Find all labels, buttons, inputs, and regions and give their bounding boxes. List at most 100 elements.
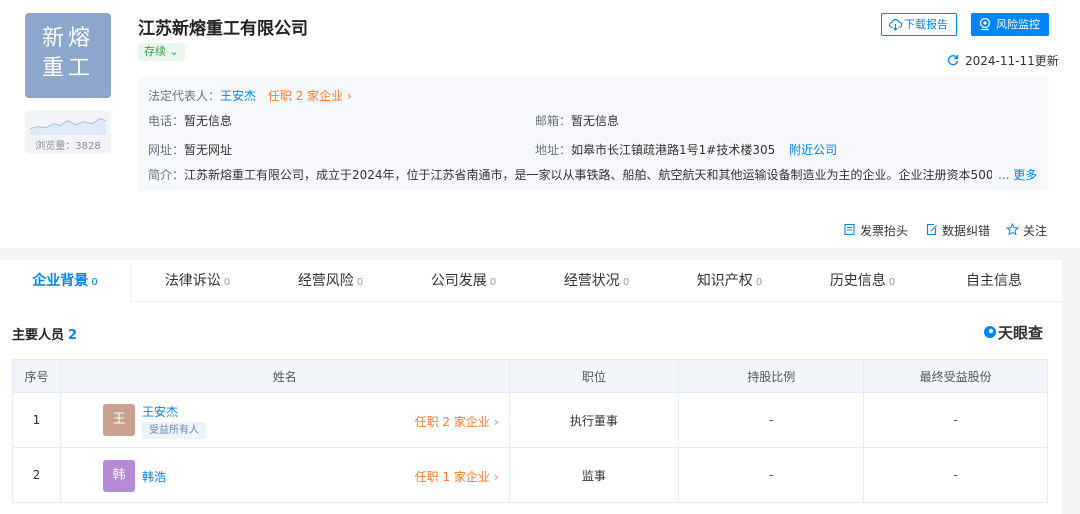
column-header: 姓名 <box>59 359 510 393</box>
phone-row: 电话：暂无信息 <box>148 112 232 129</box>
email-value: 暂无信息 <box>571 114 620 128</box>
column-header: 职位 <box>508 359 680 393</box>
tianyancha-logo-icon <box>984 326 996 338</box>
tab-company-development[interactable]: 公司发展 0 <box>397 260 530 302</box>
logo-text-line1: 新熔 <box>41 26 94 51</box>
name-cell: 韩 韩浩 任职 1 家企业 › <box>59 447 510 503</box>
company-header: 新熔 重工 浏览量：3828 江苏新熔重工有限公司 存续 ⌄ 下载报告 风险监控… <box>0 0 1080 248</box>
company-logo: 新熔 重工 <box>25 13 111 98</box>
follow-label: 关注 <box>1023 224 1048 238</box>
update-time[interactable]: 2024-11-11更新 <box>947 52 1059 69</box>
tab-count: 0 <box>622 277 630 288</box>
person-name-link[interactable]: 韩浩 <box>142 468 166 485</box>
tab-enterprise-background[interactable]: 企业背景 0 <box>0 260 131 302</box>
follow-action[interactable]: 关注 <box>1006 222 1047 239</box>
position-cell: 监事 <box>508 447 680 503</box>
edit-document-icon <box>926 223 937 236</box>
intro-value: 江苏新熔重工有限公司，成立于2024年，位于江苏省南通市，是一家以从事铁路、船舶… <box>184 168 993 182</box>
intro-more-link[interactable]: ... 更多 <box>998 166 1037 183</box>
trend-sparkline-icon <box>30 118 106 135</box>
positions-held-link[interactable]: 任职 2 家企业 › <box>415 413 499 430</box>
tab-label: 经营风险 <box>297 273 354 289</box>
views-count: 浏览量：3828 <box>35 141 101 152</box>
invoice-icon <box>844 223 855 236</box>
website-label: 网址： <box>148 143 185 157</box>
column-header: 最终受益股份 <box>863 359 1048 393</box>
address-row: 地址：如皋市长江镇疏港路1号1#技术楼305 附近公司 <box>535 141 837 158</box>
share-ratio-cell: - <box>678 447 865 503</box>
update-text: 2024-11-11更新 <box>965 54 1059 68</box>
invoice-title-label: 发票抬头 <box>860 224 909 238</box>
phone-value: 暂无信息 <box>184 114 233 128</box>
tab-count: 0 <box>489 277 497 288</box>
nearby-companies-link[interactable]: 附近公司 <box>789 143 837 157</box>
column-header: 序号 <box>12 359 61 393</box>
person-name-link[interactable]: 王安杰 <box>142 403 178 420</box>
star-icon <box>1006 223 1019 236</box>
download-report-button[interactable]: 下载报告 <box>881 13 957 36</box>
section-count: 2 <box>68 328 78 343</box>
download-report-label: 下载报告 <box>904 18 948 31</box>
website-row: 网址：暂无网址 <box>148 141 232 158</box>
logo-text-line2: 重工 <box>41 56 94 81</box>
address-value: 如皋市长江镇疏港路1号1#技术楼305 <box>571 143 776 157</box>
tab-history[interactable]: 历史信息 0 <box>796 260 929 302</box>
table-row: 2 韩 韩浩 任职 1 家企业 › 监事 - - <box>12 447 1048 503</box>
tab-count: 0 <box>223 277 231 288</box>
tab-label: 法律诉讼 <box>164 273 221 289</box>
avatar[interactable]: 韩 <box>102 460 135 492</box>
avatar[interactable]: 王 <box>102 404 135 436</box>
tianyancha-brand: 天眼查 <box>983 322 1043 343</box>
legal-rep-label: 法定代表人： <box>148 89 221 103</box>
risk-monitor-label: 风险监控 <box>996 18 1040 31</box>
views-card: 浏览量：3828 <box>25 110 111 154</box>
positions-held-link[interactable]: 任职 1 家企业 › <box>415 468 499 485</box>
section-title: 主要人员 2 <box>12 324 77 343</box>
tab-self-info[interactable]: 自主信息 <box>929 260 1062 302</box>
cloud-download-icon <box>889 19 902 31</box>
tab-label: 自主信息 <box>966 273 1022 289</box>
tab-intellectual-property[interactable]: 知识产权 0 <box>663 260 796 302</box>
intro-row: 简介：江苏新熔重工有限公司，成立于2024年，位于江苏省南通市，是一家以从事铁路… <box>148 166 1038 183</box>
share-ratio-cell: - <box>678 392 865 448</box>
status-badge[interactable]: 存续 ⌄ <box>138 43 185 61</box>
tab-label: 历史信息 <box>829 273 886 289</box>
monitor-pin-icon <box>979 17 991 31</box>
legal-rep-row: 法定代表人：王安杰 任职 2 家企业 › <box>148 87 352 104</box>
tab-count: 0 <box>91 277 98 288</box>
beneficial-share-cell: - <box>863 447 1048 503</box>
position-cell: 执行董事 <box>508 392 680 448</box>
tab-label: 公司发展 <box>430 273 487 289</box>
company-info-panel: 法定代表人：王安杰 任职 2 家企业 › 电话：暂无信息 邮箱：暂无信息 网址：… <box>138 77 1048 191</box>
row-index: 1 <box>12 392 61 448</box>
beneficiary-tag: 受益所有人 <box>141 422 206 439</box>
tab-count: 0 <box>755 277 763 288</box>
name-cell: 王 王安杰 受益所有人 任职 2 家企业 › <box>59 392 510 448</box>
section-tabs: 企业背景 0 法律诉讼 0 经营风险 0 公司发展 0 经营状况 0 知识产权 0 历史信息… <box>0 260 1062 302</box>
personnel-table: 序号 姓名 职位 持股比例 最终受益股份 1 王 王安杰 受益所有人 任职 2 … <box>12 359 1048 503</box>
tab-business-risk[interactable]: 经营风险 0 <box>264 260 397 302</box>
data-correction-label: 数据纠错 <box>942 224 991 238</box>
company-name: 江苏新熔重工有限公司 <box>138 19 308 39</box>
legal-rep-positions-link[interactable]: 任职 2 家企业 › <box>268 89 352 103</box>
tab-legal-litigation[interactable]: 法律诉讼 0 <box>131 260 264 302</box>
invoice-title-action[interactable]: 发票抬头 <box>843 222 908 239</box>
row-index: 2 <box>12 447 61 503</box>
data-correction-action[interactable]: 数据纠错 <box>925 222 990 239</box>
tab-count: 0 <box>888 277 896 288</box>
address-label: 地址： <box>535 143 572 157</box>
table-row: 1 王 王安杰 受益所有人 任职 2 家企业 › 执行董事 - - <box>12 392 1048 448</box>
key-personnel-panel: 主要人员2 天眼查 序号 姓名 职位 持股比例 最终受益股份 1 王 王安杰 <box>0 302 1062 514</box>
tab-label: 知识产权 <box>696 273 753 289</box>
tab-label: 经营状况 <box>563 273 620 289</box>
tab-business-status[interactable]: 经营状况 0 <box>530 260 663 302</box>
column-header: 持股比例 <box>678 359 865 393</box>
legal-rep-link[interactable]: 王安杰 <box>220 89 256 103</box>
brand-text: 天眼查 <box>998 324 1044 342</box>
email-label: 邮箱： <box>535 114 572 128</box>
section-title-text: 主要人员 <box>12 328 65 343</box>
website-value: 暂无网址 <box>184 143 233 157</box>
risk-monitor-button[interactable]: 风险监控 <box>971 13 1049 36</box>
intro-label: 简介： <box>148 168 185 182</box>
table-header-row: 序号 姓名 职位 持股比例 最终受益股份 <box>12 359 1048 393</box>
